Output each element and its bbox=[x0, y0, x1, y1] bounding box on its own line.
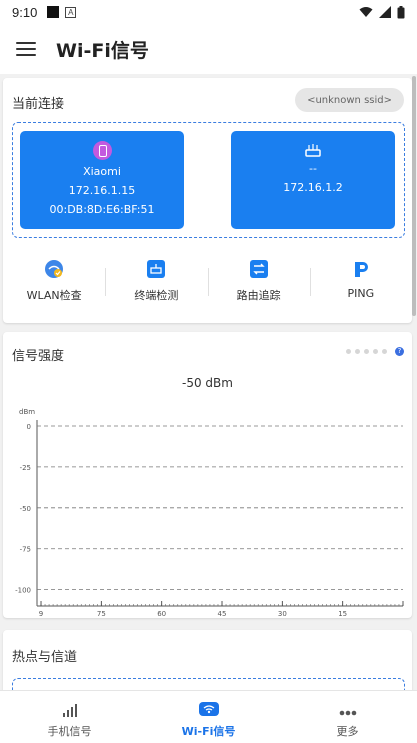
hotspot-area bbox=[12, 678, 405, 690]
terminal-scan-label: 终端检测 bbox=[134, 289, 179, 302]
router-ip: 172.16.1.2 bbox=[283, 181, 343, 194]
pager-dot bbox=[364, 349, 369, 354]
local-device-ip: 172.16.1.15 bbox=[68, 184, 136, 197]
chart-pager[interactable]: ? bbox=[346, 347, 404, 356]
router-name: -- bbox=[309, 162, 317, 175]
router-card[interactable]: -- 172.16.1.2 bbox=[231, 131, 395, 229]
terminal-scan-button[interactable]: 终端检测 bbox=[105, 250, 207, 314]
content-scroll[interactable]: 当前连接 <unknown ssid> Xiaomi 172.16.1.15 0… bbox=[0, 74, 417, 690]
wifi-badge-icon bbox=[198, 701, 220, 717]
pager-dot bbox=[346, 349, 351, 354]
ping-icon bbox=[352, 260, 370, 278]
app-bar: Wi-Fi信号 bbox=[0, 24, 417, 74]
nav-more-label: 更多 bbox=[336, 725, 359, 738]
connection-topology: Xiaomi 172.16.1.15 00:DB:8D:E6:BF:51 -- … bbox=[12, 122, 405, 238]
wlan-check-button[interactable]: WLAN检查 bbox=[3, 250, 105, 314]
x-tick-label: 60 bbox=[157, 610, 166, 618]
connection-card: 当前连接 <unknown ssid> Xiaomi 172.16.1.15 0… bbox=[3, 78, 412, 323]
nav-more[interactable]: 更多 bbox=[278, 691, 417, 743]
page-title: Wi-Fi信号 bbox=[56, 39, 149, 62]
pager-dot bbox=[373, 349, 378, 354]
route-trace-button[interactable]: 路由追踪 bbox=[207, 250, 310, 314]
hotspot-card: 热点与信道 bbox=[3, 630, 412, 690]
local-device-mac: 00:DB:8D:E6:BF:51 bbox=[49, 203, 155, 216]
hotspot-title: 热点与信道 bbox=[12, 650, 78, 665]
nav-cell-signal-label: 手机信号 bbox=[47, 725, 92, 738]
ssid-chip[interactable]: <unknown ssid> bbox=[295, 88, 404, 112]
wlan-check-icon bbox=[45, 260, 64, 278]
help-icon[interactable]: ? bbox=[395, 347, 404, 356]
x-tick-label: 9 bbox=[39, 610, 43, 618]
connection-title: 当前连接 bbox=[12, 97, 65, 112]
battery-icon bbox=[397, 5, 405, 18]
status-time: 9:10 bbox=[12, 4, 38, 20]
phone-icon bbox=[92, 141, 112, 160]
menu-icon[interactable] bbox=[16, 42, 36, 56]
wifi-status-icon bbox=[359, 7, 373, 17]
x-tick-label: 15 bbox=[338, 610, 347, 618]
nav-wifi-signal-label: Wi-Fi信号 bbox=[181, 725, 236, 738]
route-trace-icon bbox=[249, 260, 268, 278]
signal-value: -50 dBm bbox=[182, 376, 233, 390]
app-notification-icon: A bbox=[65, 6, 77, 18]
more-icon bbox=[339, 701, 357, 717]
local-device-card[interactable]: Xiaomi 172.16.1.15 00:DB:8D:E6:BF:51 bbox=[20, 131, 184, 229]
ping-label: PING bbox=[347, 287, 375, 300]
x-tick-label: 30 bbox=[278, 610, 287, 618]
nav-cell-signal[interactable]: 手机信号 bbox=[0, 691, 139, 743]
ping-button[interactable]: PING bbox=[309, 250, 412, 314]
terminal-scan-icon bbox=[147, 260, 166, 278]
signal-bars-icon bbox=[62, 701, 78, 717]
tool-row: WLAN检查 终端检测 路由追踪 PING bbox=[3, 250, 412, 314]
pager-dot bbox=[355, 349, 360, 354]
cell-signal-icon bbox=[379, 6, 391, 18]
status-bar: 9:10 A bbox=[0, 0, 417, 24]
notification-icon bbox=[47, 6, 60, 18]
bottom-nav: 手机信号 Wi-Fi信号 更多 bbox=[0, 690, 417, 743]
local-device-name: Xiaomi bbox=[83, 165, 121, 178]
y-tick-label: 0 bbox=[27, 423, 31, 431]
y-tick-label: -50 bbox=[20, 505, 31, 513]
signal-title: 信号强度 bbox=[12, 349, 65, 364]
y-tick-label: -75 bbox=[20, 546, 31, 554]
y-tick-label: -100 bbox=[15, 587, 31, 595]
y-tick-label: -25 bbox=[20, 464, 31, 472]
x-tick-label: 75 bbox=[97, 610, 106, 618]
router-icon bbox=[305, 144, 321, 157]
y-axis-unit-label: dBm bbox=[19, 408, 35, 416]
signal-chart: dBm 0 -25 -50 -75 -100 9 75 60 45 30 15 bbox=[15, 408, 404, 618]
scrollbar[interactable] bbox=[412, 76, 416, 316]
pager-dot bbox=[382, 349, 387, 354]
route-trace-label: 路由追踪 bbox=[236, 289, 281, 302]
nav-wifi-signal[interactable]: Wi-Fi信号 bbox=[139, 691, 278, 743]
x-tick-label: 45 bbox=[218, 610, 227, 618]
signal-card: 信号强度 ? -50 dBm dBm 0 -25 -50 -75 -100 9 75 60 45 3… bbox=[3, 332, 412, 618]
wlan-check-label: WLAN检查 bbox=[26, 289, 82, 302]
